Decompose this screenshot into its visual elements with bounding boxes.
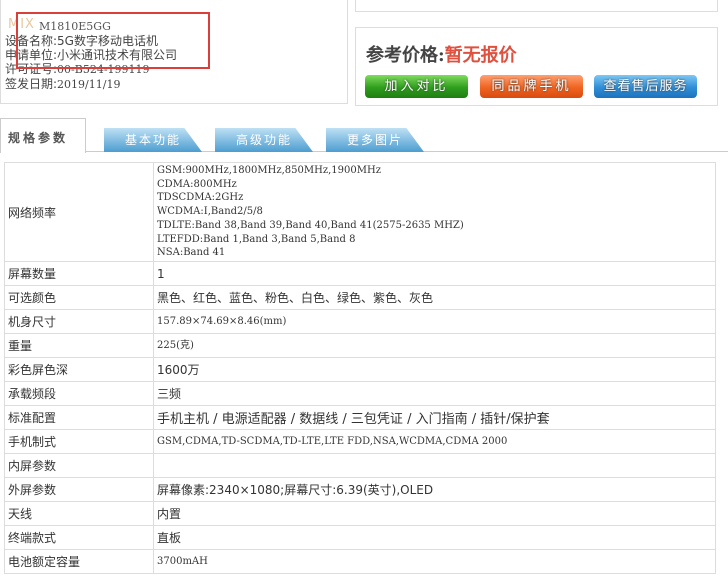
tab-specs[interactable]: 规格参数 bbox=[0, 118, 86, 153]
spec-label: 手机制式 bbox=[4, 429, 154, 454]
spec-label: 可选颜色 bbox=[4, 285, 154, 310]
spec-value: 手机主机 / 电源适配器 / 数据线 / 三包凭证 / 入门指南 / 插针/保护… bbox=[153, 405, 716, 430]
tab-bar: 规格参数 基本功能 高级功能 更多图片 bbox=[0, 118, 728, 153]
spec-label: 重量 bbox=[4, 333, 154, 358]
spec-value-network: GSM:900MHz,1800MHz,850MHz,1900MHz CDMA:80… bbox=[153, 162, 716, 262]
spec-label: 机身尺寸 bbox=[4, 309, 154, 334]
table-row: 终端款式 直板 bbox=[4, 525, 716, 550]
table-row: 彩色屏色深 1600万 bbox=[4, 357, 716, 382]
network-line: GSM:900MHz,1800MHz,850MHz,1900MHz bbox=[157, 165, 381, 177]
top-right-panel bbox=[355, 0, 718, 12]
network-line: CDMA:800MHz bbox=[157, 178, 237, 190]
table-row: 网络频率 GSM:900MHz,1800MHz,850MHz,1900MHz CD… bbox=[4, 162, 716, 262]
price-value: 暂无报价 bbox=[444, 45, 517, 66]
tab-more-images[interactable]: 更多图片 bbox=[326, 128, 424, 152]
spec-value: 三频 bbox=[153, 381, 716, 406]
spec-value: 1600万 bbox=[153, 357, 716, 382]
spec-value bbox=[153, 453, 716, 478]
spec-label: 标准配置 bbox=[4, 405, 154, 430]
spec-value: 225(克) bbox=[153, 333, 716, 358]
network-line: NSA:Band 41 bbox=[157, 247, 226, 259]
table-row: 天线 内置 bbox=[4, 501, 716, 526]
spec-label: 网络频率 bbox=[4, 162, 154, 262]
table-row: 机身尺寸 157.89×74.69×8.46(mm) bbox=[4, 309, 716, 334]
tab-advanced-features[interactable]: 高级功能 bbox=[215, 128, 313, 152]
spec-value: 157.89×74.69×8.46(mm) bbox=[153, 309, 716, 334]
add-compare-button[interactable]: 加入对比 bbox=[365, 75, 468, 98]
spec-label: 外屏参数 bbox=[4, 477, 154, 502]
issue-date-row: 签发日期:2019/11/19 bbox=[5, 77, 121, 91]
tab-basic-features[interactable]: 基本功能 bbox=[104, 128, 202, 152]
table-row: 外屏参数 屏幕像素:2340×1080;屏幕尺寸:6.39(英寸),OLED bbox=[4, 477, 716, 502]
spec-value: 屏幕像素:2340×1080;屏幕尺寸:6.39(英寸),OLED bbox=[153, 477, 716, 502]
table-row: 电池额定容量 3700mAH bbox=[4, 549, 716, 574]
same-brand-button[interactable]: 同品牌手机 bbox=[480, 75, 583, 98]
device-info-panel: MIX M1810E5GG 设备名称:5G数字移动电话机 申请单位:小米通讯技术… bbox=[0, 0, 348, 104]
spec-label: 终端款式 bbox=[4, 525, 154, 550]
spec-value: 1 bbox=[153, 261, 716, 286]
spec-label: 电池额定容量 bbox=[4, 549, 154, 574]
table-row: 标准配置 手机主机 / 电源适配器 / 数据线 / 三包凭证 / 入门指南 / 插… bbox=[4, 405, 716, 430]
table-row: 手机制式 GSM,CDMA,TD-SCDMA,TD-LTE,LTE FDD,NSA… bbox=[4, 429, 716, 454]
reference-price: 参考价格:暂无报价 bbox=[366, 45, 517, 66]
spec-value: 直板 bbox=[153, 525, 716, 550]
spec-table: 网络频率 GSM:900MHz,1800MHz,850MHz,1900MHz CD… bbox=[4, 162, 716, 574]
price-panel: 参考价格:暂无报价 加入对比 同品牌手机 查看售后服务 bbox=[355, 27, 718, 106]
table-row: 重量 225(克) bbox=[4, 333, 716, 358]
table-row: 屏幕数量 1 bbox=[4, 261, 716, 286]
spec-value: 黑色、红色、蓝色、粉色、白色、绿色、紫色、灰色 bbox=[153, 285, 716, 310]
table-row: 承载频段 三频 bbox=[4, 381, 716, 406]
spec-label: 承载频段 bbox=[4, 381, 154, 406]
spec-label: 内屏参数 bbox=[4, 453, 154, 478]
after-sales-button[interactable]: 查看售后服务 bbox=[594, 75, 697, 98]
network-line: WCDMA:I,Band2/5/8 bbox=[157, 206, 263, 218]
spec-value: 3700mAH bbox=[153, 549, 716, 574]
table-row: 内屏参数 bbox=[4, 453, 716, 478]
spec-label: 彩色屏色深 bbox=[4, 357, 154, 382]
highlight-box bbox=[16, 12, 210, 69]
table-row: 可选颜色 黑色、红色、蓝色、粉色、白色、绿色、紫色、灰色 bbox=[4, 285, 716, 310]
spec-value: 内置 bbox=[153, 501, 716, 526]
network-line: LTEFDD:Band 1,Band 3,Band 5,Band 8 bbox=[157, 233, 356, 245]
spec-value: GSM,CDMA,TD-SCDMA,TD-LTE,LTE FDD,NSA,WCD… bbox=[153, 429, 716, 454]
network-line: TDSCDMA:2GHz bbox=[157, 192, 244, 204]
spec-label: 屏幕数量 bbox=[4, 261, 154, 286]
spec-label: 天线 bbox=[4, 501, 154, 526]
network-line: TDLTE:Band 38,Band 39,Band 40,Band 41(25… bbox=[157, 219, 464, 231]
